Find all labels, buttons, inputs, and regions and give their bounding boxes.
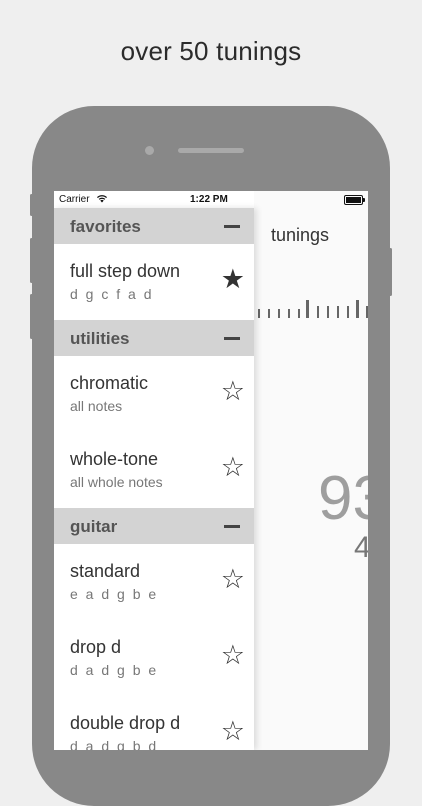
headline: over 50 tunings [120, 36, 302, 66]
tuning-row[interactable]: drop d d a d g b e ☆ [54, 620, 254, 696]
section-title: guitar [70, 517, 118, 536]
section-header-favorites[interactable]: favorites [54, 208, 254, 244]
tuning-notes: d g c f a d [70, 286, 154, 302]
tuner-title[interactable]: tunings [271, 225, 329, 246]
tuning-name: double drop d [70, 713, 181, 733]
star-outline-icon[interactable]: ☆ [221, 564, 245, 594]
tuning-notes: d a d g b e [70, 662, 159, 678]
section-header-guitar[interactable]: guitar [54, 508, 254, 544]
minus-icon[interactable] [224, 225, 240, 228]
octave-readout: 4 [354, 531, 368, 564]
phone-power-button [389, 248, 392, 296]
phone-mute-switch [30, 194, 33, 216]
section-header-utilities[interactable]: utilities [54, 320, 254, 356]
tuning-name: drop d [70, 637, 122, 657]
phone-volume-down [30, 294, 33, 339]
battery-icon [344, 195, 365, 205]
tuner-scale [258, 300, 368, 320]
tuning-row[interactable]: chromatic all notes ☆ [54, 356, 254, 432]
tuning-name: chromatic [70, 373, 149, 393]
tuning-notes: all notes [70, 398, 123, 414]
phone-volume-up [30, 238, 33, 283]
section-title: favorites [70, 217, 141, 236]
status-bar: Carrier 1:22 PM [54, 191, 368, 208]
phone-screen: tunings 93 4 Carrier 1:22 PM [54, 191, 368, 750]
tuning-notes: d a d g b d [70, 738, 159, 750]
tuning-name: full step down [70, 261, 181, 281]
tuning-row[interactable]: whole-tone all whole notes ☆ [54, 432, 254, 508]
tuning-name: whole-tone [70, 449, 159, 469]
status-time: 1:22 PM [190, 194, 228, 205]
tuning-row[interactable]: full step down d g c f a d ★ [54, 244, 254, 320]
star-outline-icon[interactable]: ☆ [221, 376, 245, 406]
minus-icon[interactable] [224, 525, 240, 528]
speaker-grille [178, 148, 244, 153]
camera-icon [145, 146, 154, 155]
wifi-icon [96, 194, 108, 206]
tuning-row[interactable]: standard e a d g b e ☆ [54, 544, 254, 620]
star-outline-icon[interactable]: ☆ [221, 716, 245, 746]
section-title: utilities [70, 329, 130, 348]
tuning-name: standard [70, 561, 141, 581]
frequency-readout: 93 [318, 464, 368, 533]
tuning-notes: all whole notes [70, 474, 163, 490]
tuner-panel[interactable]: tunings 93 4 [254, 191, 368, 750]
star-outline-icon[interactable]: ☆ [221, 452, 245, 482]
minus-icon[interactable] [224, 337, 240, 340]
star-outline-icon[interactable]: ☆ [221, 640, 245, 670]
star-filled-icon[interactable]: ★ [221, 264, 245, 294]
carrier-label: Carrier [59, 194, 90, 205]
tuning-notes: e a d g b e [70, 586, 159, 602]
tunings-list[interactable]: favorites full step down d g c f a d ★ u… [54, 208, 254, 750]
tuning-row[interactable]: double drop d d a d g b d ☆ [54, 696, 254, 750]
